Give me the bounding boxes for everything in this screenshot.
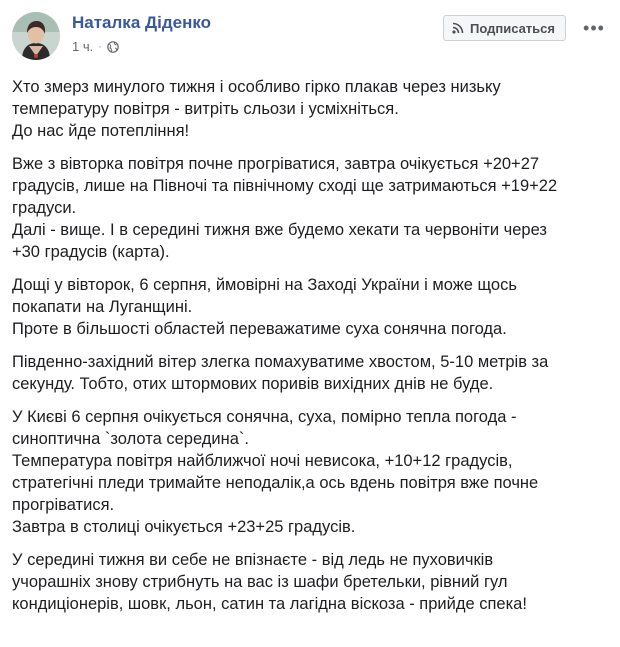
subscribe-label: Подписаться (469, 20, 555, 36)
post-text-line: Далі - вище. І в середині тижня вже буде… (12, 221, 547, 239)
post-text-line: градуси. (12, 199, 77, 217)
post-text-line: секунду. Тобто, отих штормових поривів в… (12, 375, 494, 393)
post-text-line: температуру повітря - витріть сльози і у… (12, 100, 399, 118)
post-text-line: Південно-західний вітер злегка помахуват… (12, 353, 549, 371)
post-paragraph: Вже з вівторка повітря почне прогріватис… (12, 153, 596, 263)
post-meta: 1 ч. · (72, 39, 119, 54)
post-text-line: кондиціонерів, шовк, льон, сатин та лагі… (12, 595, 527, 613)
post-text-line: Вже з вівторка повітря почне прогріватис… (12, 155, 540, 173)
post-text-line: У середині тижня ви себе не впізнаєте - … (12, 551, 494, 569)
post-paragraph: Дощі у вівторок, 6 серпня, ймовірні на З… (12, 274, 596, 340)
post-text-line: До нас йде потепління! (12, 122, 190, 140)
post-text-line: Температура повітря найближчої ночі неви… (12, 452, 513, 470)
subscribe-button[interactable]: Подписаться (442, 15, 566, 41)
facebook-post: Наталка Діденко 1 ч. · Подписаться ••• Х… (0, 0, 620, 647)
post-text: Хто змерз минулого тижня і особливо гірк… (12, 76, 596, 626)
avatar[interactable] (12, 12, 60, 60)
post-text-line: У Києві 6 серпня очікується сонячна, сух… (12, 408, 517, 426)
post-header: Наталка Діденко 1 ч. · Подписаться ••• (12, 12, 608, 60)
author-name-link[interactable]: Наталка Діденко (72, 13, 211, 33)
post-text-line: стратегічні пледи тримайте неподалік,а о… (12, 474, 539, 492)
post-text-line: Дощі у вівторок, 6 серпня, ймовірні на З… (12, 276, 517, 294)
post-text-line: прогріватися. (12, 496, 115, 514)
post-paragraph: У Києві 6 серпня очікується сонячна, сух… (12, 406, 596, 538)
rss-icon (452, 22, 464, 34)
post-timestamp[interactable]: 1 ч. (72, 39, 93, 54)
post-paragraph: Південно-західний вітер злегка помахуват… (12, 351, 596, 395)
avatar-photo (12, 12, 60, 60)
post-text-line: Завтра в столиці очікується +23+25 граду… (12, 518, 356, 536)
meta-separator: · (98, 40, 102, 53)
post-text-line: +30 градусів (карта). (12, 243, 170, 261)
post-paragraph: Хто змерз минулого тижня і особливо гірк… (12, 76, 596, 142)
post-text-line: Проте в більшості областей переважатиме … (12, 320, 507, 338)
post-text-line: покапати на Луганщині. (12, 298, 193, 316)
post-text-line: Хто змерз минулого тижня і особливо гірк… (12, 78, 501, 96)
post-paragraph: У середині тижня ви себе не впізнаєте - … (12, 549, 596, 615)
post-text-line: градусів, лише на Півночі та північному … (12, 177, 558, 195)
more-horizontal-icon[interactable]: ••• (582, 16, 606, 40)
globe-icon[interactable] (107, 40, 119, 53)
post-text-line: синоптична `золота середина`. (12, 430, 250, 448)
post-text-line: учорашніх знову стрибнуть на вас із шафи… (12, 573, 508, 591)
